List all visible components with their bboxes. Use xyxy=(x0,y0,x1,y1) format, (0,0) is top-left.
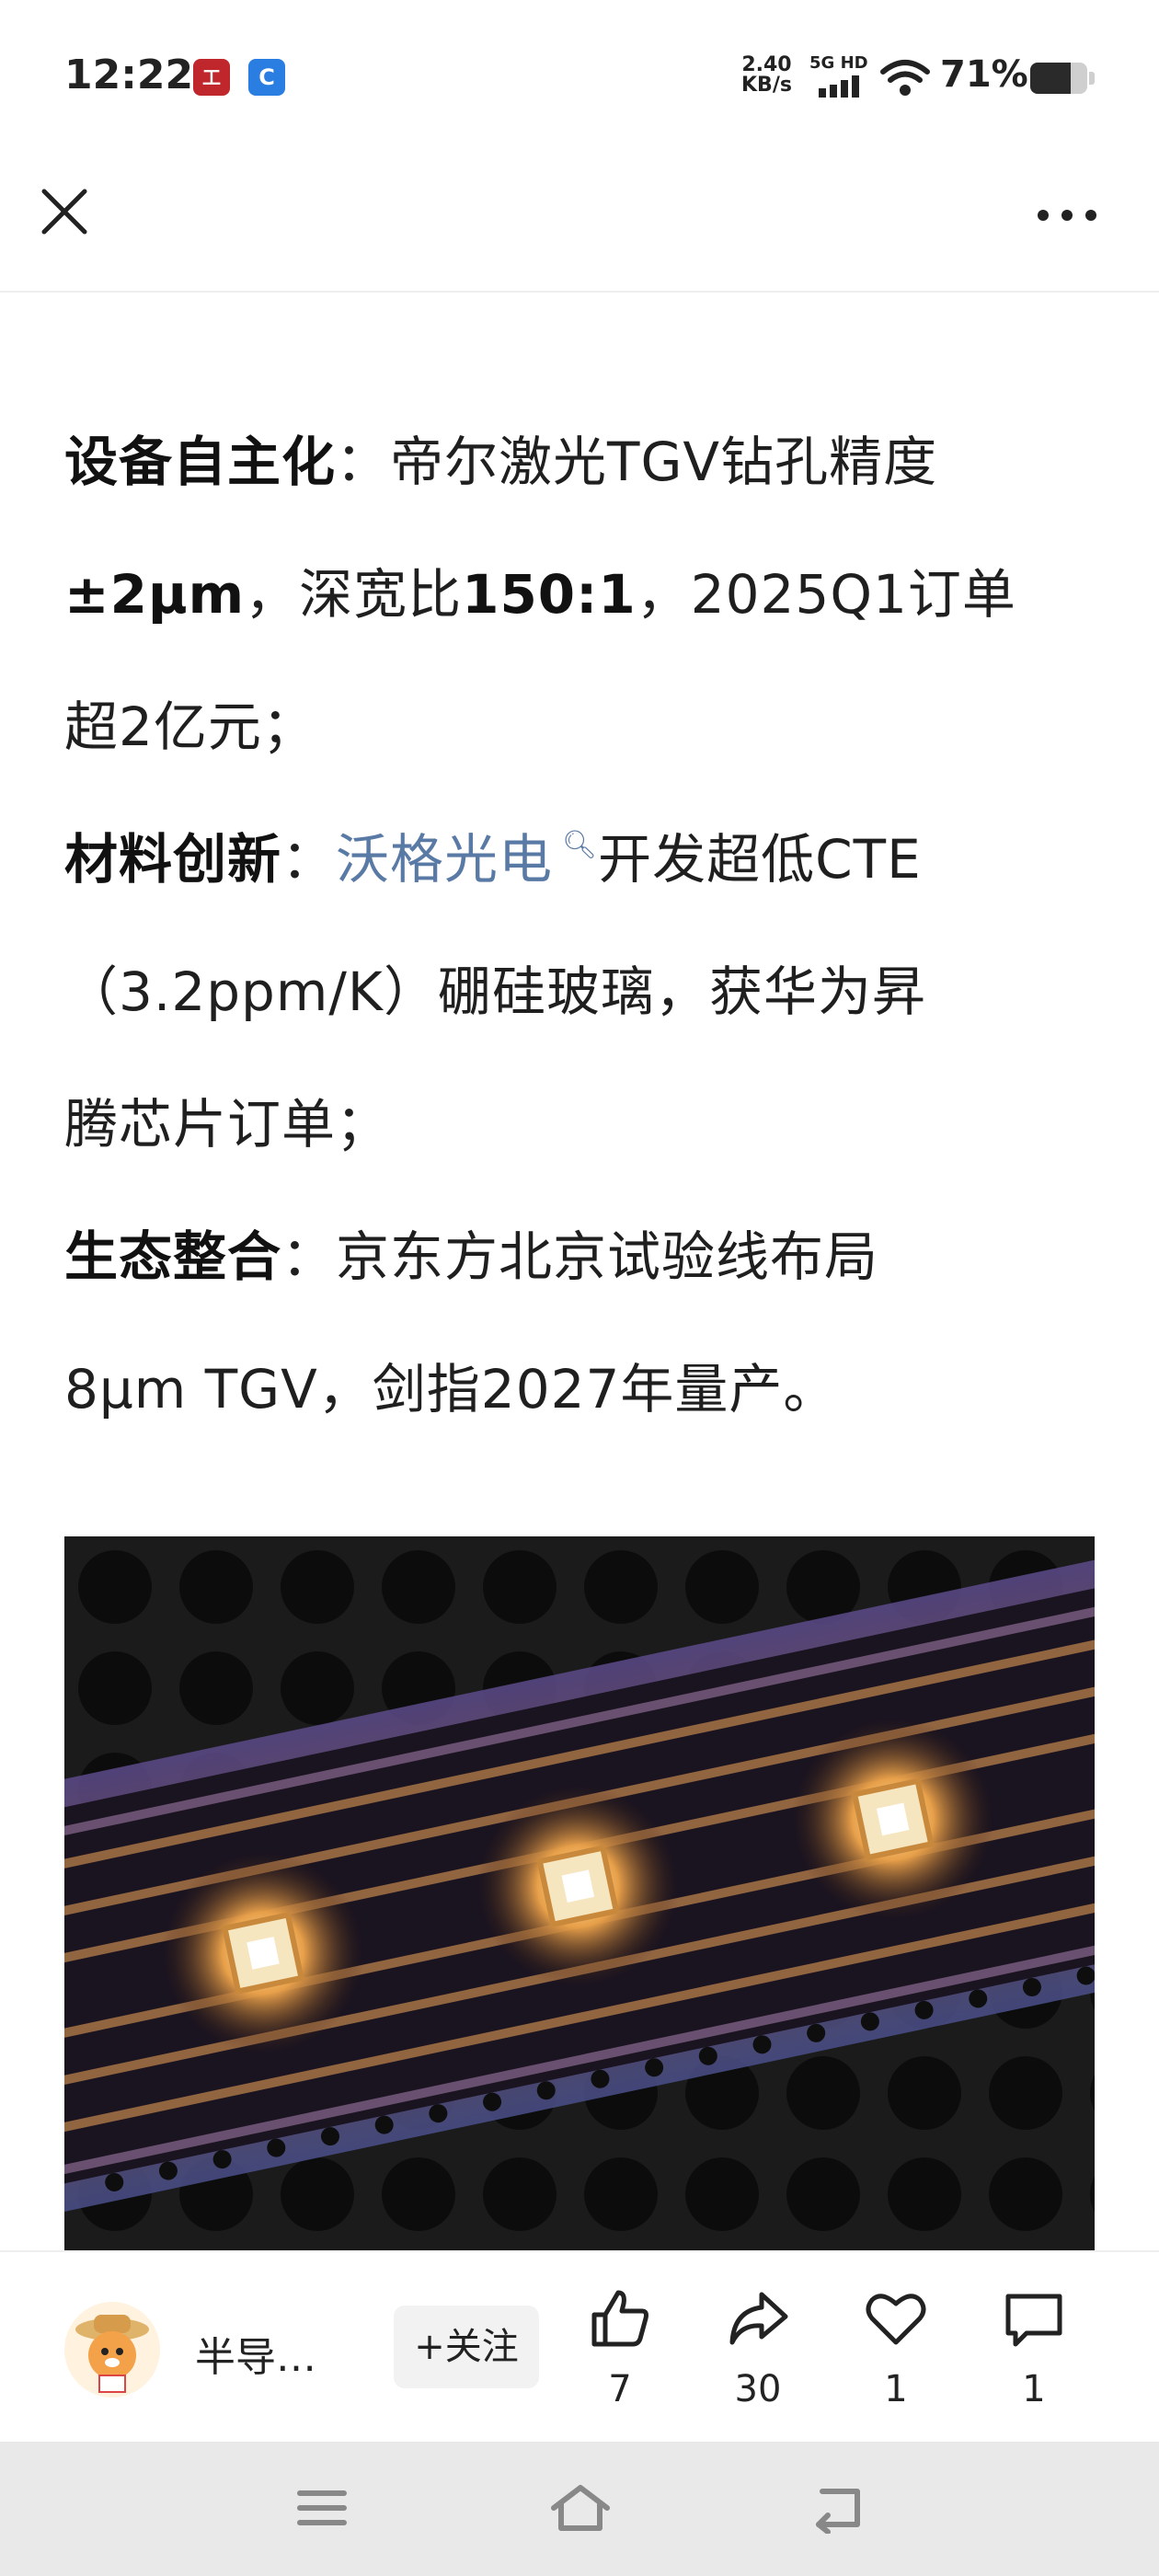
follow-button[interactable]: +关注 xyxy=(394,2306,539,2388)
share-count: 30 xyxy=(734,2368,782,2410)
paragraph-label: 材料创新 xyxy=(64,828,282,891)
paragraph-line: 材料创新：沃格光电 🔍︎开发超低CTE xyxy=(64,793,1095,926)
top-nav xyxy=(0,156,1159,293)
label-colon: ： xyxy=(281,1225,337,1288)
comment-button[interactable]: 1 xyxy=(979,2285,1089,2423)
favorite-count: 1 xyxy=(884,2368,908,2410)
author-name[interactable]: 半导… xyxy=(195,2324,316,2383)
system-nav-bar xyxy=(0,2442,1159,2576)
paragraph-text: ，2025Q1订单 xyxy=(636,563,1016,626)
browser-app-icon: C xyxy=(248,59,285,96)
company-link[interactable]: 沃格光电 xyxy=(336,828,553,891)
paragraph-label: 设备自主化 xyxy=(64,431,337,493)
network-speed-value: 2.40 xyxy=(741,53,792,76)
label-colon: ： xyxy=(336,431,391,493)
paragraph-text: 8μm TGV，剑指2027年量产。 xyxy=(64,1358,838,1420)
thumbs-up-icon xyxy=(591,2290,648,2347)
paragraph-text: 腾芯片订单； xyxy=(64,1093,391,1156)
paragraph-line: 设备自主化：帝尔激光TGV钻孔精度 xyxy=(64,396,1095,528)
battery-percent: 71% xyxy=(940,53,1028,96)
paragraph-text: （3.2ppm/K）硼硅玻璃，获华为昇 xyxy=(64,960,926,1023)
article-image[interactable] xyxy=(64,1536,1095,2250)
paragraph-line: 超2亿元； xyxy=(64,661,1095,793)
paragraph-text: 超2亿元； xyxy=(64,696,316,758)
battery-fill xyxy=(1030,63,1072,94)
avatar[interactable] xyxy=(64,2302,160,2398)
favorite-button[interactable]: 1 xyxy=(841,2285,951,2423)
paragraph-line: 8μm TGV，剑指2027年量产。 xyxy=(64,1323,1095,1455)
comment-count: 1 xyxy=(1022,2368,1046,2410)
share-icon xyxy=(729,2292,788,2345)
paragraph-text: 京东方北京试验线布局 xyxy=(336,1225,879,1288)
paragraph-text: ，深宽比 xyxy=(245,563,463,626)
paragraph-line: 腾芯片订单； xyxy=(64,1058,1095,1190)
status-bar: 12:22 工 C 2.40 KB/s 5G HD 71% xyxy=(0,0,1159,156)
chip-image xyxy=(64,1536,1095,2250)
paragraph-label: 生态整合 xyxy=(64,1225,282,1288)
article-body: 设备自主化：帝尔激光TGV钻孔精度 ±2μm，深宽比150:1，2025Q1订单… xyxy=(64,396,1095,1455)
home-icon[interactable] xyxy=(548,2482,613,2534)
search-icon[interactable]: 🔍︎ xyxy=(562,829,598,861)
wifi-icon xyxy=(880,60,930,96)
comment-icon xyxy=(1005,2294,1062,2347)
paragraph-text: 开发超低CTE xyxy=(598,828,922,891)
like-button[interactable]: 7 xyxy=(565,2285,675,2423)
network-speed-unit: KB/s xyxy=(741,74,792,97)
back-icon[interactable] xyxy=(809,2482,865,2534)
battery-icon xyxy=(1030,63,1087,94)
paragraph-line: （3.2ppm/K）硼硅玻璃，获华为昇 xyxy=(64,926,1095,1058)
more-icon[interactable] xyxy=(1030,197,1104,234)
close-icon[interactable] xyxy=(35,182,94,241)
label-colon: ： xyxy=(281,828,337,891)
bottom-action-bar: 半导… +关注 7 30 1 1 xyxy=(0,2250,1159,2444)
bold-value: ±2μm xyxy=(64,563,246,626)
like-count: 7 xyxy=(608,2368,632,2410)
paragraph-line: 生态整合：京东方北京试验线布局 xyxy=(64,1190,1095,1323)
avatar-image xyxy=(64,2302,160,2398)
menu-icon[interactable] xyxy=(294,2482,350,2534)
share-button[interactable]: 30 xyxy=(703,2285,813,2423)
paragraph-text: 帝尔激光TGV钻孔精度 xyxy=(390,431,938,493)
heart-icon xyxy=(866,2294,926,2345)
bold-value: 150:1 xyxy=(462,563,637,626)
paragraph-line: ±2μm，深宽比150:1，2025Q1订单 xyxy=(64,528,1095,661)
network-speed: 2.40 KB/s xyxy=(741,55,792,96)
network-type: 5G HD xyxy=(809,53,868,73)
bank-app-icon: 工 xyxy=(193,59,230,96)
signal-icon xyxy=(819,75,859,98)
status-time: 12:22 xyxy=(64,52,194,98)
battery-tip xyxy=(1089,72,1095,85)
